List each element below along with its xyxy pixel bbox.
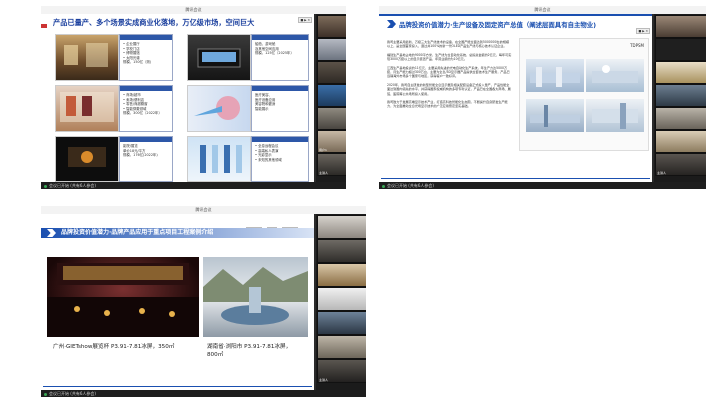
participant-tile[interactable]	[655, 15, 706, 38]
slide-accent	[41, 24, 47, 28]
participant-tile[interactable]	[317, 215, 366, 239]
photo-mall	[55, 85, 119, 132]
card-text: • 企业展厅 • 学校门店 • 博物展馆 • 太阳光谱 规模，150亿（测)	[123, 42, 152, 65]
participant-tile[interactable]	[317, 84, 346, 107]
chevron-icon	[387, 20, 396, 28]
participant-strip: 用户1 主讲人	[316, 14, 346, 182]
participant-tile[interactable]	[655, 38, 706, 61]
photo-vehicle	[187, 34, 251, 81]
meeting-window-2: 腾讯会议 品牌投资价值潜力·生产设备及固定资产总值（阐述层面具有自主物业) ■ …	[379, 6, 706, 189]
status-dot-icon	[44, 184, 47, 188]
screen-share-controls[interactable]: ■ ▶ ✕	[298, 17, 312, 23]
paragraph: 江西生产基地投资约11亿元，主要采用先进的光电自动化生产系统，年生产力达5000…	[387, 65, 510, 79]
participant-tile[interactable]: 主讲人	[317, 153, 346, 176]
card-text: 影院/展览 单价18元/平方 规模，176亿(2022年)	[123, 144, 158, 158]
participant-tile[interactable]	[317, 263, 366, 287]
status-bar: 会议已开始 (共有6人参会)	[379, 182, 706, 189]
factory-photo	[526, 99, 584, 132]
brand-logo: TDPSM	[630, 43, 644, 48]
meeting-window-1: 腾讯会议 产品已量产、多个场景实成商业化落地，万亿级市场，空间巨大 ■ ▶ ✕ …	[41, 6, 346, 189]
card-cinema: 影院/展览 单价18元/平方 规模，176亿(2022年)	[119, 136, 173, 182]
participant-tile[interactable]	[317, 335, 366, 359]
photo-showroom	[55, 34, 119, 81]
participant-tile[interactable]	[317, 287, 366, 311]
card-mall: • 商场/超市 • 卖场/便利店 • 零售/商超橱窗 • 智能穿戴领域 规模，3…	[119, 85, 173, 132]
shared-slide: 产品已量产、多个场景实成商业化落地，万亿级市场，空间巨大 ■ ▶ ✕ • 企业展…	[41, 14, 314, 182]
card-hologram: • 全息远程会议 • 高端私人表演 • 光影显示 • 未知的其他领域	[251, 136, 309, 182]
photo-cinema	[55, 136, 119, 182]
window-title: 腾讯会议	[41, 206, 366, 214]
paragraph: 福建生产基地占地约9000平方米，生产线为全自动化系统，总投资金额约2亿元，每年…	[387, 52, 512, 62]
participant-tile[interactable]: 用户1	[317, 130, 346, 153]
status-bar: 会议已开始 (共有6人参会)	[41, 390, 366, 397]
participant-tile[interactable]	[317, 38, 346, 61]
participant-tile[interactable]	[317, 15, 346, 38]
participant-tile[interactable]	[655, 61, 706, 84]
slide-title: 品牌投资价值潜力·生产设备及固定资产总值（阐述层面具有自主物业)	[399, 21, 597, 29]
factory-photo-panel: TDPSM	[519, 38, 649, 151]
slide-title: 品牌投资价值潜力·品牌产品应用于重点项目工程案例介绍	[61, 229, 214, 236]
paragraph: 2020年，我司自主研发的新型智能全息显示器及相关配套设备正式投入量产，产品性能…	[387, 82, 511, 96]
slide-title: 产品已量产、多个场景实成商业化落地，万亿级市场，空间巨大	[53, 18, 255, 27]
participant-strip: 主讲人	[654, 14, 706, 182]
card-text: 医疗美容、 医疗设备应用 美容院和健身 智能展示	[255, 93, 276, 111]
participant-tile[interactable]: 主讲人	[317, 359, 366, 383]
participant-tile[interactable]	[317, 61, 346, 84]
participant-tile[interactable]	[655, 107, 706, 130]
photo-medical	[187, 85, 251, 132]
participant-strip: 主讲人	[316, 214, 366, 390]
window-title: 腾讯会议	[41, 6, 346, 14]
paragraph: 我司主要采用最新、万级三大生产线技术的设备，在全国产能全面达到5000000台的…	[387, 40, 510, 49]
slide-body: 我司主要采用最新、万级三大生产线技术的设备，在全国产能全面达到5000000台的…	[387, 40, 512, 113]
participant-tile[interactable]	[317, 311, 366, 335]
project-photo-hunan	[203, 257, 308, 337]
shared-slide: 正在分享 暂停 停止共享 品牌投资价值潜力·品牌产品应用于重点项目工程案例介绍 …	[41, 214, 314, 390]
status-dot-icon	[44, 392, 47, 396]
meeting-window-3: 腾讯会议 正在分享 暂停 停止共享 品牌投资价值潜力·品牌产品应用于重点项目工程…	[41, 206, 366, 397]
slide-top-rule	[379, 14, 652, 16]
slide-bottom-rule	[381, 178, 650, 179]
participant-tile[interactable]	[655, 84, 706, 107]
participant-tile[interactable]	[655, 130, 706, 153]
card-text: 船舶、游戏舱 及其他空间应用 规模，125亿（2025年）	[255, 42, 294, 56]
card-text: • 商场/超市 • 卖场/便利店 • 零售/商超橱窗 • 智能穿戴领域 规模，3…	[123, 93, 162, 116]
participant-tile[interactable]	[317, 107, 346, 130]
window-title: 腾讯会议	[379, 6, 706, 14]
shared-slide: 品牌投资价值潜力·生产设备及固定资产总值（阐述层面具有自主物业) ■ ▶ ✕ 我…	[379, 14, 652, 182]
caption-hunan: 湖南省·浏阳市 P3.91-7.81冰屏，	[207, 344, 292, 350]
participant-tile[interactable]	[317, 239, 366, 263]
caption-hunan-area: 800㎡	[207, 352, 224, 358]
project-photo-guangzhou	[47, 257, 199, 337]
status-bar: 会议已开始 (共有6人参会)	[41, 182, 346, 189]
card-medical: 医疗美容、 医疗设备应用 美容院和健身 智能展示	[251, 85, 309, 132]
paragraph: 我司致力于发展高端显示技术产业，打造高科技智能化生态圈，不断提升自身研发生产能力…	[387, 100, 508, 109]
caption-guangzhou: 广州·GIETshow展览杯 P3.91-7.81冰屏，350㎡	[53, 344, 175, 350]
card-vehicle: 船舶、游戏舱 及其他空间应用 规模，125亿（2025年）	[251, 34, 309, 81]
slide-bottom-rule	[43, 386, 312, 387]
card-text: • 全息远程会议 • 高端私人表演 • 光影显示 • 未知的其他领域	[255, 144, 282, 162]
participant-tile[interactable]: 主讲人	[655, 153, 706, 176]
factory-photo	[526, 59, 584, 92]
factory-photo	[586, 99, 644, 132]
card-showroom: • 企业展厅 • 学校门店 • 博物展馆 • 太阳光谱 规模，150亿（测)	[119, 34, 173, 81]
status-dot-icon	[382, 184, 385, 188]
photo-hologram	[187, 136, 251, 182]
screen-share-controls[interactable]: ■ ▶ ✕	[636, 28, 650, 34]
factory-photo	[586, 59, 644, 92]
